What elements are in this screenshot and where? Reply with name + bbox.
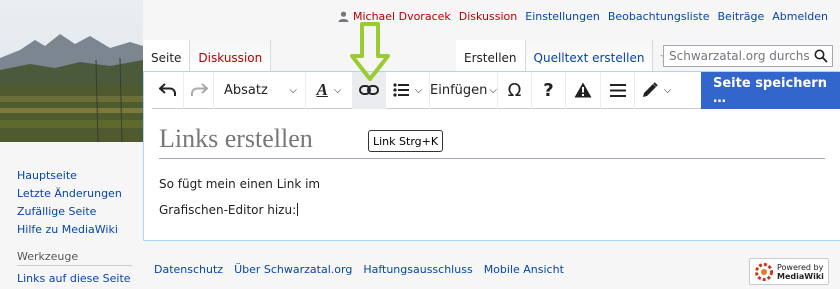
mediawiki-text: MediaWiki bbox=[777, 271, 824, 281]
logout-link[interactable]: Abmelden bbox=[772, 10, 828, 23]
tab-page[interactable]: Seite bbox=[143, 40, 191, 72]
search-placeholder: Schwarzatal.org durchsu bbox=[669, 49, 810, 63]
redo-icon bbox=[190, 83, 208, 96]
visual-editor-toolbar: Absatz ⌵ A ⌵ ⌵ Einfügen ⌵ Ω ? ⌵ Seite sp… bbox=[152, 71, 840, 109]
sidebar-item-recent-changes[interactable]: Letzte Änderungen bbox=[17, 185, 122, 203]
powered-by-text: Powered by bbox=[777, 262, 824, 272]
redo-button[interactable] bbox=[184, 71, 214, 109]
user-icon bbox=[338, 11, 349, 22]
tab-discussion[interactable]: Diskussion bbox=[190, 40, 272, 72]
omega-icon: Ω bbox=[507, 79, 522, 101]
title-divider bbox=[159, 158, 825, 159]
tab-edit-source-label[interactable]: Quelltext erstellen bbox=[534, 51, 645, 65]
personal-tools: Michael Dvoracek Diskussion Einstellunge… bbox=[338, 10, 828, 23]
chevron-down-icon: ⌵ bbox=[489, 84, 497, 96]
pencil-icon bbox=[642, 82, 658, 97]
sidebar-item-what-links-here[interactable]: Links auf diese Seite bbox=[17, 272, 131, 285]
text-style-dropdown[interactable]: A ⌵ bbox=[306, 71, 353, 109]
page-title[interactable]: Links erstellen bbox=[159, 124, 313, 154]
tab-discussion-label[interactable]: Diskussion bbox=[198, 51, 262, 65]
list-dropdown[interactable]: ⌵ bbox=[386, 71, 430, 109]
tab-edit-source[interactable]: Quelltext erstellen bbox=[525, 40, 654, 72]
text-cursor bbox=[297, 203, 299, 216]
notices-button[interactable] bbox=[566, 71, 601, 109]
footer-mobile-view-link[interactable]: Mobile Ansicht bbox=[484, 263, 564, 276]
view-tabs: Erstellen Quelltext erstellen ☆ bbox=[456, 40, 679, 72]
sidebar-item-main-page[interactable]: Hauptseite bbox=[17, 167, 122, 185]
insert-label: Einfügen bbox=[430, 82, 488, 98]
save-page-label: Seite speichern … bbox=[713, 75, 827, 106]
preferences-link[interactable]: Einstellungen bbox=[525, 10, 600, 23]
watchlist-link[interactable]: Beobachtungsliste bbox=[608, 10, 710, 23]
contributions-link[interactable]: Beiträge bbox=[718, 10, 765, 23]
chevron-down-icon: ⌵ bbox=[663, 84, 672, 96]
tools-divider bbox=[17, 265, 132, 266]
bullet-list-icon bbox=[393, 83, 409, 97]
sidebar-navigation: Hauptseite Letzte Änderungen Zufällige S… bbox=[17, 167, 122, 239]
chevron-down-icon: ⌵ bbox=[289, 84, 297, 96]
body-line-2[interactable]: Grafischen-Editor hizu: bbox=[159, 203, 299, 217]
link-tooltip: Link Strg+K bbox=[368, 130, 444, 152]
menu-icon bbox=[609, 83, 626, 97]
tab-create-label[interactable]: Erstellen bbox=[464, 51, 517, 65]
tab-page-label[interactable]: Seite bbox=[151, 51, 181, 65]
undo-button[interactable] bbox=[152, 71, 184, 109]
page-options-button[interactable] bbox=[601, 71, 635, 109]
chevron-down-icon: ⌵ bbox=[333, 84, 342, 96]
help-icon: ? bbox=[543, 79, 554, 101]
tools-heading[interactable]: Werkzeuge bbox=[17, 250, 78, 263]
footer-disclaimer-link[interactable]: Haftungsausschluss bbox=[363, 263, 472, 276]
site-logo[interactable] bbox=[0, 0, 143, 142]
undo-icon bbox=[158, 83, 176, 96]
annotation-arrow-icon bbox=[350, 22, 390, 81]
footer-about-link[interactable]: Über Schwarzatal.org bbox=[234, 263, 352, 276]
paragraph-format-dropdown[interactable]: Absatz ⌵ bbox=[214, 71, 306, 109]
warning-icon bbox=[574, 82, 592, 98]
link-icon bbox=[359, 85, 379, 95]
sidebar-item-random-page[interactable]: Zufällige Seite bbox=[17, 203, 122, 221]
footer-links: Datenschutz Über Schwarzatal.org Haftung… bbox=[154, 263, 575, 276]
powered-by-mediawiki-badge[interactable]: Powered by MediaWiki bbox=[749, 258, 829, 285]
body-line-2-text: Grafischen-Editor hizu: bbox=[159, 203, 297, 217]
search-icon[interactable] bbox=[810, 46, 832, 66]
help-button[interactable]: ? bbox=[532, 71, 566, 109]
special-characters-button[interactable]: Ω bbox=[498, 71, 532, 109]
save-page-button[interactable]: Seite speichern … bbox=[701, 72, 840, 109]
footer-privacy-link[interactable]: Datenschutz bbox=[154, 263, 223, 276]
edit-mode-dropdown[interactable]: ⌵ bbox=[635, 72, 678, 109]
text-style-icon: A bbox=[316, 80, 328, 99]
chevron-down-icon: ⌵ bbox=[414, 84, 423, 96]
body-line-1[interactable]: So fügt mein einen Link im bbox=[159, 177, 320, 191]
insert-dropdown[interactable]: Einfügen ⌵ bbox=[430, 71, 498, 109]
user-talk-link[interactable]: Diskussion bbox=[459, 10, 517, 23]
tab-create[interactable]: Erstellen bbox=[456, 40, 526, 72]
search-input[interactable]: Schwarzatal.org durchsu bbox=[663, 45, 833, 67]
namespace-tabs: Seite Diskussion bbox=[143, 40, 272, 72]
paragraph-format-label: Absatz bbox=[224, 82, 268, 98]
mediawiki-logo-icon bbox=[755, 262, 773, 281]
sidebar-item-help[interactable]: Hilfe zu MediaWiki bbox=[17, 221, 122, 239]
